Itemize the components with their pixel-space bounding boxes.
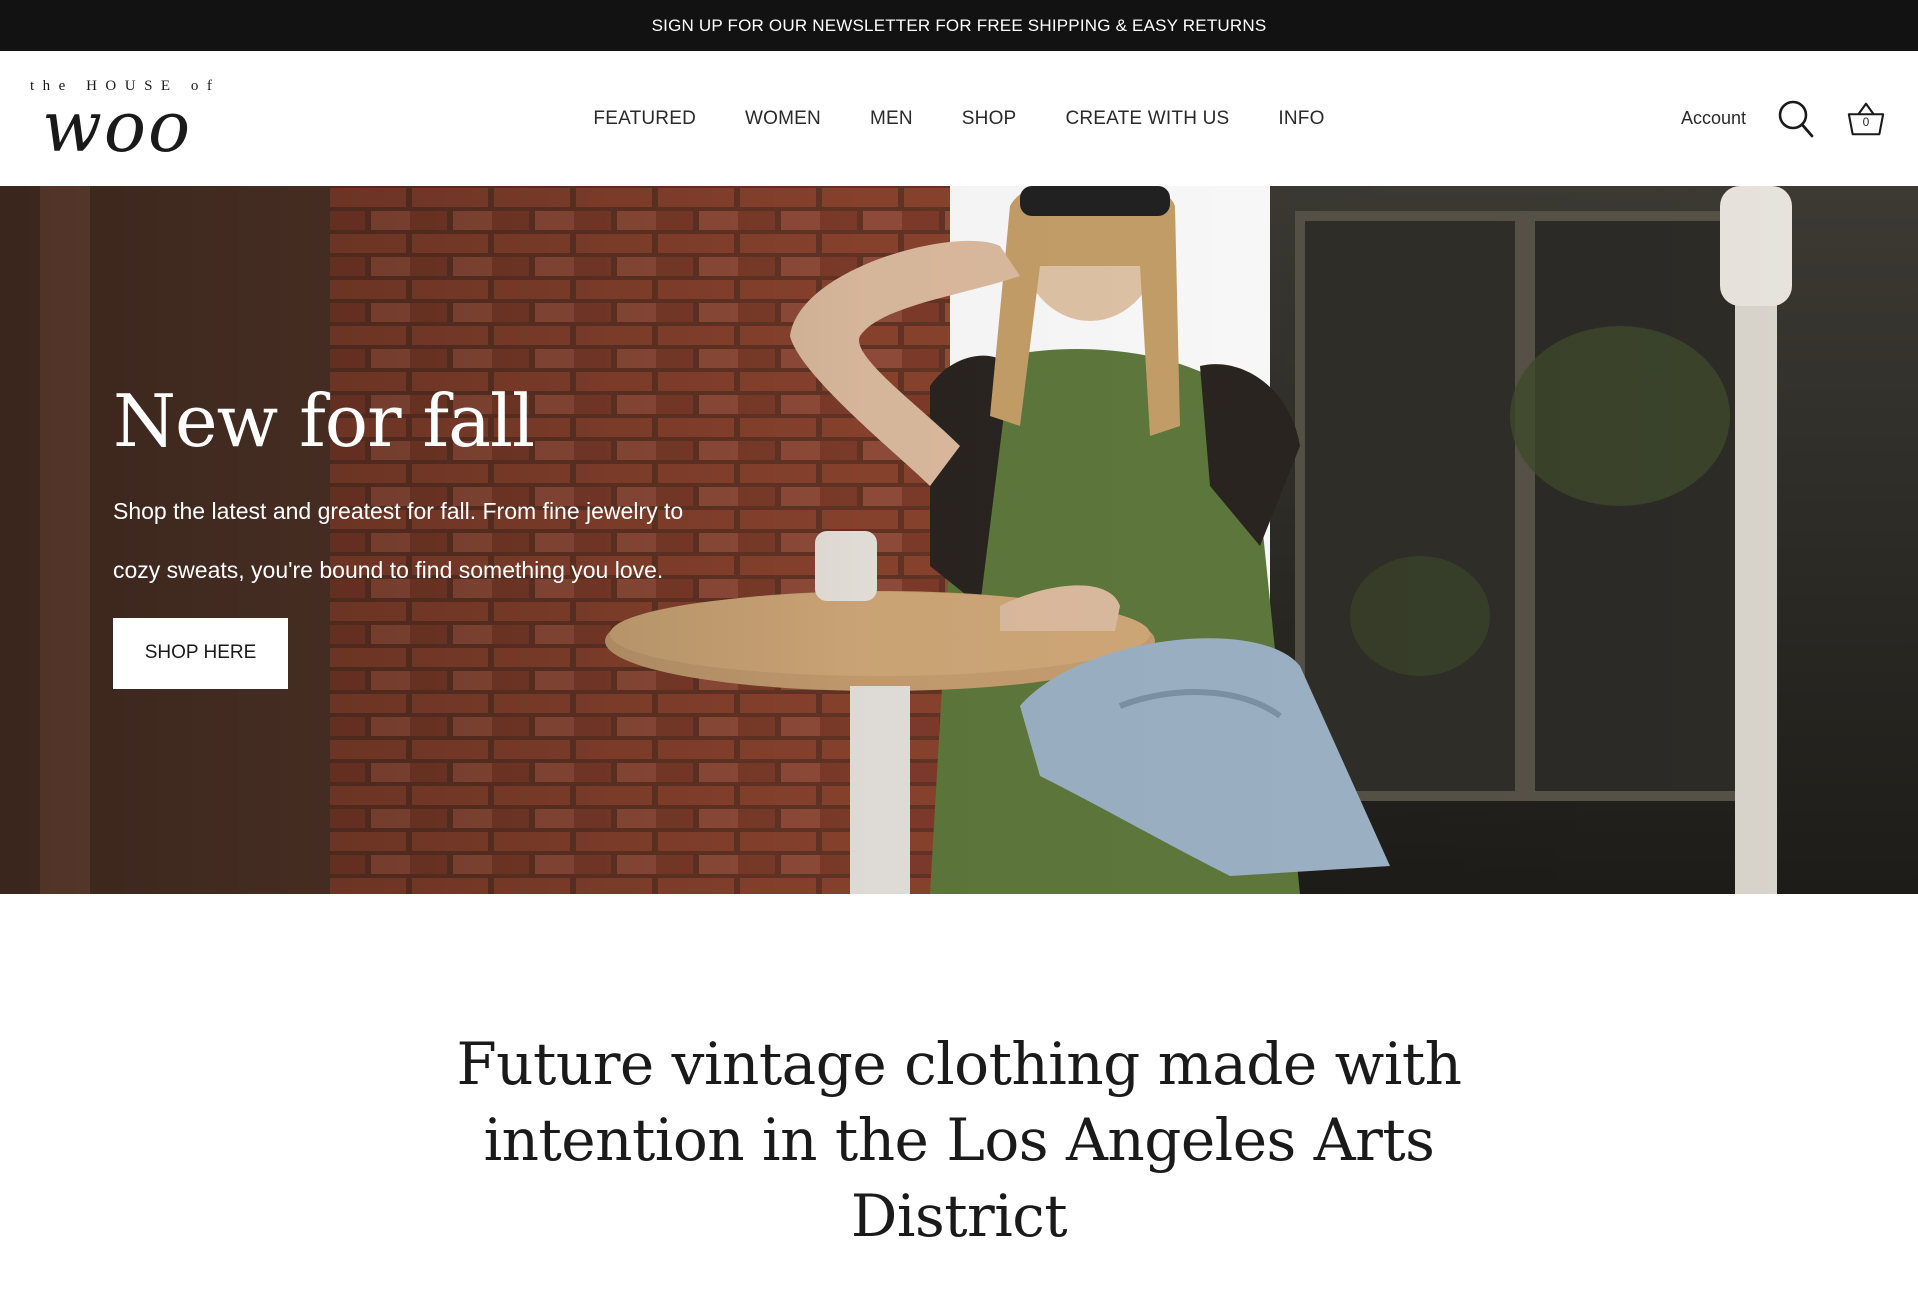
nav-item-info[interactable]: INFO <box>1278 108 1324 130</box>
intro-heading: Future vintage clothing made with intent… <box>456 1030 1462 1250</box>
search-icon <box>1778 100 1814 137</box>
intro-section: Future vintage clothing made with intent… <box>0 894 1918 1254</box>
hero-content: New for fall Shop the latest and greates… <box>113 379 713 689</box>
main-nav: FEATURED WOMEN MEN SHOP CREATE WITH US I… <box>0 51 1918 186</box>
cart-button[interactable]: 0 <box>1846 97 1886 141</box>
nav-item-create-with-us[interactable]: CREATE WITH US <box>1065 108 1229 130</box>
hero-title: New for fall <box>113 379 535 463</box>
shop-here-button[interactable]: SHOP HERE <box>113 617 288 689</box>
cart-count: 0 <box>1862 114 1870 129</box>
search-button[interactable] <box>1776 97 1816 141</box>
account-link[interactable]: Account <box>1681 108 1746 129</box>
site-logo[interactable]: the HOUSE of woo <box>30 78 225 178</box>
announcement-text[interactable]: SIGN UP FOR OUR NEWSLETTER FOR FREE SHIP… <box>652 16 1267 36</box>
site-header: the HOUSE of woo FEATURED WOMEN MEN SHOP… <box>0 51 1918 186</box>
nav-item-shop[interactable]: SHOP <box>962 108 1017 130</box>
hero-banner: New for fall Shop the latest and greates… <box>0 186 1918 894</box>
header-actions: Account 0 <box>1681 51 1886 186</box>
nav-item-featured[interactable]: FEATURED <box>593 108 696 130</box>
logo-main-text: woo <box>42 86 193 168</box>
nav-item-men[interactable]: MEN <box>870 108 913 130</box>
hero-text: Shop the latest and greatest for fall. F… <box>113 497 684 583</box>
nav-item-women[interactable]: WOMEN <box>745 108 821 130</box>
announcement-bar[interactable]: SIGN UP FOR OUR NEWSLETTER FOR FREE SHIP… <box>0 0 1918 51</box>
